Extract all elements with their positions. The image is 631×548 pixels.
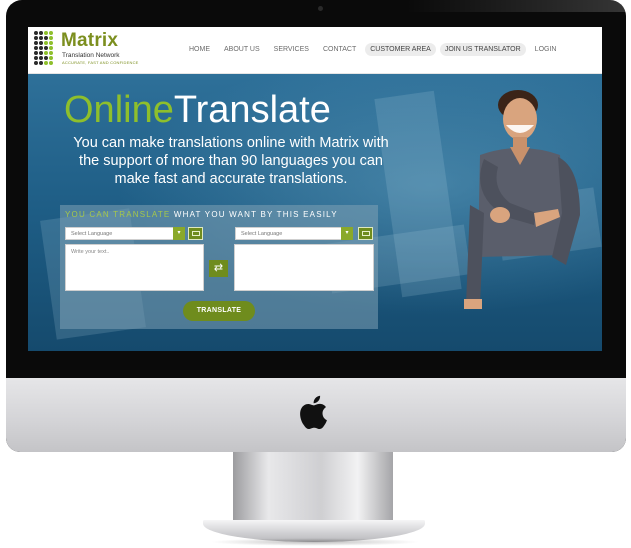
hero-title-part2: Translate xyxy=(173,89,331,131)
bezel-gloss xyxy=(406,0,631,12)
hero-title-part1: Online xyxy=(64,89,174,131)
nav-login[interactable]: LOGIN xyxy=(530,43,562,56)
nav-join-us-translator[interactable]: JOIN US TRANSLATOR xyxy=(439,43,526,56)
hero-title: OnlineTranslate xyxy=(64,91,331,129)
hero-description: You can make translations online with Ma… xyxy=(73,135,389,188)
camera xyxy=(318,6,323,11)
keyboard-icon[interactable] xyxy=(358,227,373,240)
panel-heading: YOU CAN TRANSLATE WHAT YOU WANT BY THIS … xyxy=(65,210,338,219)
main-nav: HOME ABOUT US SERVICES CONTACT CUSTOMER … xyxy=(184,43,565,56)
nav-customer-area[interactable]: CUSTOMER AREA xyxy=(365,43,436,56)
brand-tagline: ACCURATE, FAST AND CONFIDENCE xyxy=(62,60,139,65)
monitor-shadow xyxy=(210,538,420,546)
nav-contact[interactable]: CONTACT xyxy=(318,43,361,56)
brand-subtitle: Translation Network xyxy=(62,52,120,59)
nav-home[interactable]: HOME xyxy=(184,43,215,56)
target-language-select[interactable]: Select Language xyxy=(235,227,343,240)
panel-heading-part1: YOU CAN TRANSLATE xyxy=(65,210,171,219)
source-language-select[interactable]: Select Language xyxy=(65,227,175,240)
nav-about-us[interactable]: ABOUT US xyxy=(219,43,265,56)
nav-services[interactable]: SERVICES xyxy=(269,43,314,56)
keyboard-icon[interactable] xyxy=(188,227,203,240)
monitor-stand xyxy=(233,452,393,530)
panel-heading-part2: WHAT YOU WANT BY THIS EASILY xyxy=(170,210,338,219)
man-pointing-photo xyxy=(464,90,580,309)
logo-dots-icon xyxy=(34,31,53,65)
translated-text-output[interactable] xyxy=(234,244,374,291)
brand-name: Matrix xyxy=(61,30,119,51)
translate-panel: YOU CAN TRANSLATE WHAT YOU WANT BY THIS … xyxy=(60,205,378,329)
apple-logo-icon xyxy=(300,395,327,430)
chevron-down-icon[interactable]: ▾ xyxy=(173,227,185,240)
logo[interactable]: Matrix Translation Network ACCURATE, FAS… xyxy=(32,30,139,70)
screen: Matrix Translation Network ACCURATE, FAS… xyxy=(28,27,602,351)
translate-button[interactable]: TRANSLATE xyxy=(183,301,255,321)
swap-arrows-icon[interactable]: ⇄ xyxy=(209,260,228,277)
navbar: Matrix Translation Network ACCURATE, FAS… xyxy=(28,27,602,74)
source-text-input[interactable]: Write your text.. xyxy=(65,244,204,291)
chevron-down-icon[interactable]: ▾ xyxy=(341,227,353,240)
